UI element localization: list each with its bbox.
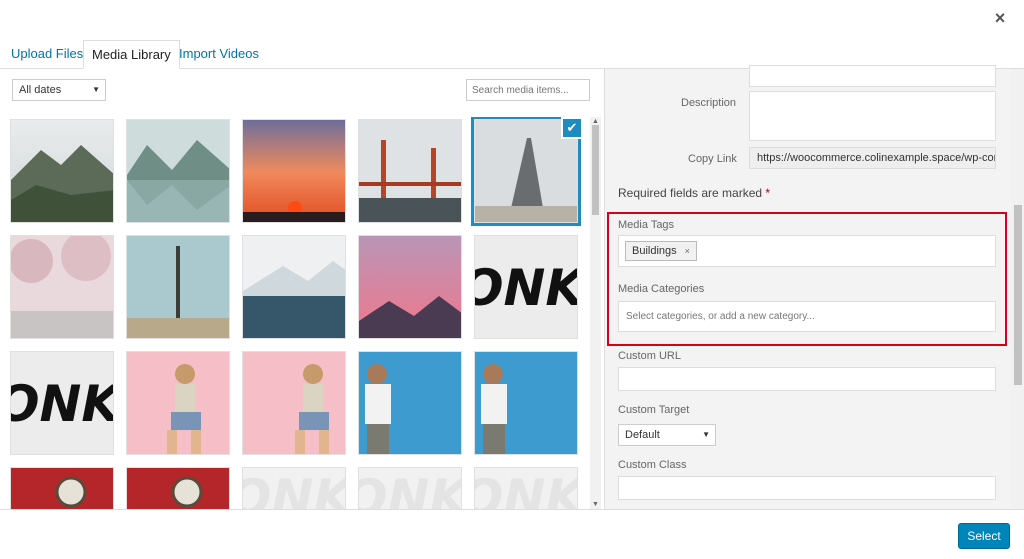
media-thumb-onk-logo[interactable]: ONK — [10, 351, 114, 455]
tab-media-library[interactable]: Media Library — [83, 40, 180, 69]
check-icon[interactable]: ✔ — [561, 117, 583, 139]
media-thumb-sunset[interactable] — [242, 119, 346, 223]
sidebar-scrollbar[interactable] — [1011, 69, 1024, 509]
media-grid: ✔ ONK ONK ONK ONK ONK — [10, 117, 584, 509]
scroll-down-icon[interactable]: ▼ — [592, 501, 599, 508]
media-thumb-cherry-blossom[interactable] — [10, 235, 114, 339]
media-thumb-man-blue-wall[interactable] — [474, 351, 578, 455]
sidebar-scrollbar-thumb[interactable] — [1014, 205, 1022, 385]
media-thumb-onk-logo[interactable]: ONK — [474, 235, 578, 339]
custom-url-label: Custom URL — [618, 350, 681, 362]
select-button[interactable]: Select — [958, 523, 1010, 549]
chevron-down-icon: ▼ — [702, 430, 710, 439]
media-thumb-mountain-ruins[interactable] — [10, 119, 114, 223]
media-thumb-signpost[interactable] — [126, 235, 230, 339]
media-thumb-man-blue-wall[interactable] — [358, 351, 462, 455]
media-thumb-woman-pink[interactable] — [126, 351, 230, 455]
media-thumb-onk-faded[interactable]: ONK — [242, 467, 346, 509]
tag-remove-icon[interactable]: × — [685, 246, 690, 256]
media-thumb-glacier-coast[interactable] — [242, 235, 346, 339]
required-star: * — [765, 186, 771, 200]
custom-target-select[interactable]: Default ▼ — [618, 424, 716, 446]
media-thumb-watch-red[interactable] — [126, 467, 230, 509]
required-text: Required fields are marked — [618, 186, 763, 200]
custom-target-value: Default — [625, 429, 660, 441]
close-icon[interactable]: × — [990, 8, 1010, 28]
media-thumb-golden-gate-bridge[interactable] — [358, 119, 462, 223]
media-tags-label: Media Tags — [618, 219, 675, 231]
media-modal-footer: Select — [0, 509, 1024, 559]
copy-link-field[interactable]: https://woocommerce.colinexample.space/w… — [749, 147, 996, 169]
custom-target-label: Custom Target — [618, 404, 690, 416]
scroll-up-icon[interactable]: ▲ — [592, 118, 599, 125]
media-thumb-woman-pink[interactable] — [242, 351, 346, 455]
media-thumb-pink-sky-mountains[interactable] — [358, 235, 462, 339]
tag-chip-buildings: Buildings × — [625, 241, 697, 261]
media-thumb-onk-faded[interactable]: ONK — [358, 467, 462, 509]
media-thumb-watch-red[interactable] — [10, 467, 114, 509]
description-label: Description — [681, 97, 737, 109]
tab-import-videos[interactable]: Import Videos — [171, 40, 267, 69]
grid-scrollbar[interactable]: ▲ ▼ — [590, 117, 601, 509]
tab-upload-files[interactable]: Upload Files — [3, 40, 91, 69]
caption-textarea[interactable] — [749, 65, 996, 87]
media-thumb-mountain-lake[interactable] — [126, 119, 230, 223]
required-fields-note: Required fields are marked * — [618, 186, 770, 200]
media-thumb-onk-faded[interactable]: ONK — [474, 467, 578, 509]
grid-scrollbar-thumb[interactable] — [592, 125, 599, 215]
search-input[interactable] — [466, 79, 590, 101]
media-categories-input[interactable]: Select categories, or add a new category… — [618, 301, 996, 332]
custom-url-input[interactable] — [618, 367, 996, 391]
tag-label: Buildings — [632, 245, 677, 257]
media-categories-label: Media Categories — [618, 283, 705, 295]
copy-link-label: Copy Link — [688, 153, 737, 165]
attachment-details-sidebar: Description Copy Link https://woocommerc… — [604, 65, 1024, 509]
description-textarea[interactable] — [749, 91, 996, 141]
custom-class-input[interactable] — [618, 476, 996, 500]
custom-class-label: Custom Class — [618, 459, 687, 471]
date-filter-select[interactable]: All dates ▼ — [12, 79, 106, 101]
chevron-down-icon: ▼ — [92, 85, 100, 94]
date-filter-value: All dates — [19, 84, 62, 96]
